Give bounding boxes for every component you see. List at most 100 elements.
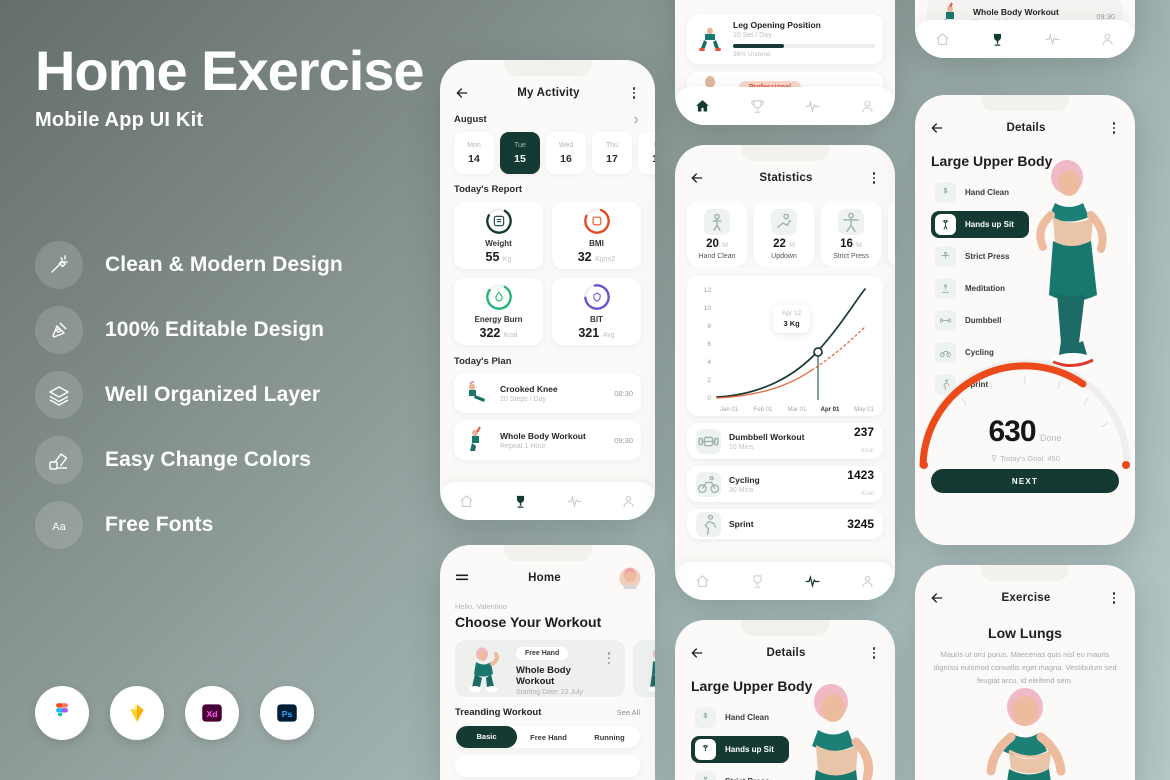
report-card-bit[interactable]: BIT 321 Avg [552, 278, 641, 345]
tab-profile[interactable] [840, 573, 895, 590]
workout-list-card[interactable] [455, 755, 640, 777]
exercise-label: Meditation [965, 284, 1005, 293]
calendar-day-selected[interactable]: Tue 15 [500, 132, 540, 174]
exercise-item[interactable]: Meditation [931, 275, 1029, 302]
tab-trophy[interactable] [730, 98, 785, 115]
exercise-item[interactable]: Hand Clean [931, 179, 1029, 206]
chart-x-axis-labels: Jan 01 Feb 01 Mar 01 Apr 01 May 01 [720, 407, 875, 413]
more-options-icon[interactable] [1107, 121, 1121, 135]
bottom-tab-bar[interactable] [675, 562, 895, 600]
statistic-card[interactable]: 20 M Hand Clean [687, 201, 747, 267]
bottom-tab-bar[interactable] [675, 87, 895, 125]
report-grid: Weight 55 Kg BMI 32 Kg/m2 Energy Burn 32… [440, 202, 655, 345]
workout-name: Dumbbell Workout [729, 431, 805, 442]
statistic-card[interactable]: 3 M Me [888, 201, 895, 267]
bottom-tab-bar[interactable] [440, 482, 655, 520]
tab-trophy[interactable] [970, 31, 1025, 48]
see-all-link[interactable]: See All [617, 708, 640, 717]
back-arrow-icon[interactable] [929, 590, 945, 606]
statistic-card[interactable]: 16 M Strict Press [821, 201, 881, 267]
day-date: 14 [468, 152, 480, 165]
tab-activity[interactable] [548, 493, 602, 510]
calendar-day[interactable]: Mon 14 [454, 132, 494, 174]
tab-activity[interactable] [1025, 31, 1080, 48]
exercise-item[interactable]: Hand Clean [691, 704, 789, 731]
chip-running[interactable]: Running [579, 733, 640, 742]
featured-workout-row[interactable]: Free Hand Whole Body Workout Starting Da… [440, 640, 655, 697]
tab-activity[interactable] [785, 98, 840, 115]
phone-notch [741, 145, 829, 161]
day-weekday: Fri [654, 142, 655, 149]
day-weekday: Wed [558, 141, 574, 149]
report-value: 321 [578, 326, 600, 340]
workout-progress-card[interactable]: Leg Opening Position 10 Set / Day 36% Un… [687, 14, 883, 64]
chip-free-hand[interactable]: Free Hand [518, 733, 579, 742]
more-options-icon[interactable] [867, 646, 881, 660]
tab-trophy[interactable] [494, 493, 548, 510]
header-title: My Activity [517, 87, 580, 99]
software-badge-list: Xd Ps [35, 686, 314, 740]
goal-text: Today's Goal: 450 [1000, 454, 1060, 463]
workout-row[interactable]: Sprint 3245 [687, 509, 883, 539]
back-arrow-icon[interactable] [929, 120, 945, 136]
workout-name: Sprint [729, 519, 754, 529]
featured-workout-card[interactable]: Free Hand Whole Body Workout Starting Da… [455, 640, 625, 697]
exercise-item[interactable]: Strict Press [691, 768, 789, 780]
tab-home[interactable] [675, 98, 730, 115]
hands-up-sit-icon [935, 214, 956, 235]
workout-row[interactable]: Dumbbell Workout 10 Mins 237 Kcal [687, 423, 883, 459]
card-more-options-icon[interactable] [602, 652, 616, 665]
plan-item[interactable]: Crooked Knee 20 Steps / Day 08:30 [454, 373, 641, 413]
chip-basic[interactable]: Basic [456, 726, 517, 748]
back-arrow-icon[interactable] [689, 645, 705, 661]
exercise-item[interactable]: Dumbbell [931, 307, 1029, 334]
hands-up-sit-icon [695, 739, 716, 760]
exercise-label: Hand Clean [965, 188, 1010, 197]
athlete-illustration [812, 684, 874, 780]
back-arrow-icon[interactable] [689, 170, 705, 186]
hamburger-menu-icon[interactable] [454, 570, 470, 586]
statistic-card[interactable]: 22 M Updown [754, 201, 814, 267]
phone-my-activity: My Activity August Mon 14 Tue 15 Wed 16 … [440, 60, 655, 520]
chevron-right-icon[interactable] [631, 115, 641, 125]
feature-item-fonts: Aa Free Fonts [35, 492, 343, 557]
tab-home[interactable] [915, 31, 970, 48]
calendar-day[interactable]: Thu 17 [592, 132, 632, 174]
day-date: 17 [606, 152, 618, 165]
calendar-day[interactable]: Fri 18 [638, 132, 655, 174]
tab-profile[interactable] [601, 493, 655, 510]
tab-trophy[interactable] [730, 573, 785, 590]
exercise-item-selected[interactable]: Hands up Sit [691, 736, 789, 763]
workout-row[interactable]: Cycling 30 Mins 1423 Kcal [687, 466, 883, 502]
bottom-tab-bar[interactable] [915, 20, 1135, 58]
tab-activity[interactable] [785, 573, 840, 590]
magic-wand-icon [35, 240, 83, 289]
report-unit: Kg/m2 [595, 256, 616, 263]
calendar-day[interactable]: Wed 16 [546, 132, 586, 174]
featured-workout-card-next[interactable] [633, 640, 655, 697]
tab-profile[interactable] [1080, 31, 1135, 48]
avatar[interactable] [619, 567, 641, 589]
stat-label: Hand Clean [698, 252, 736, 260]
chart-tooltip: Apr 12 3 Kg [773, 305, 811, 333]
tab-home[interactable] [440, 493, 494, 510]
more-options-icon[interactable] [867, 171, 881, 185]
next-button[interactable]: NEXT [931, 469, 1119, 493]
tab-home[interactable] [675, 573, 730, 590]
report-card-weight[interactable]: Weight 55 Kg [454, 202, 543, 269]
statistic-card-row[interactable]: 20 M Hand Clean 22 M Updown 16 M Strict … [675, 201, 895, 267]
stat-value: 20 [706, 237, 719, 250]
calendar-day-strip[interactable]: Mon 14 Tue 15 Wed 16 Thu 17 Fri 18 Sat 1… [440, 132, 655, 174]
workout-filter-chips[interactable]: Basic Free Hand Running [455, 726, 640, 748]
more-options-icon[interactable] [1107, 591, 1121, 605]
report-card-energy[interactable]: Energy Burn 322 Kcal [454, 278, 543, 345]
workout-tag: Free Hand [516, 646, 569, 660]
report-card-bmi[interactable]: BMI 32 Kg/m2 [552, 202, 641, 269]
tab-profile[interactable] [840, 98, 895, 115]
exercise-item-selected[interactable]: Hands up Sit [931, 211, 1029, 238]
exercise-item[interactable]: Strict Press [931, 243, 1029, 270]
back-arrow-icon[interactable] [454, 85, 470, 101]
report-name: BMI [589, 239, 604, 248]
plan-item[interactable]: Whole Body Workout Repeat 1 Hour 09:30 [454, 420, 641, 460]
more-options-icon[interactable] [627, 86, 641, 100]
